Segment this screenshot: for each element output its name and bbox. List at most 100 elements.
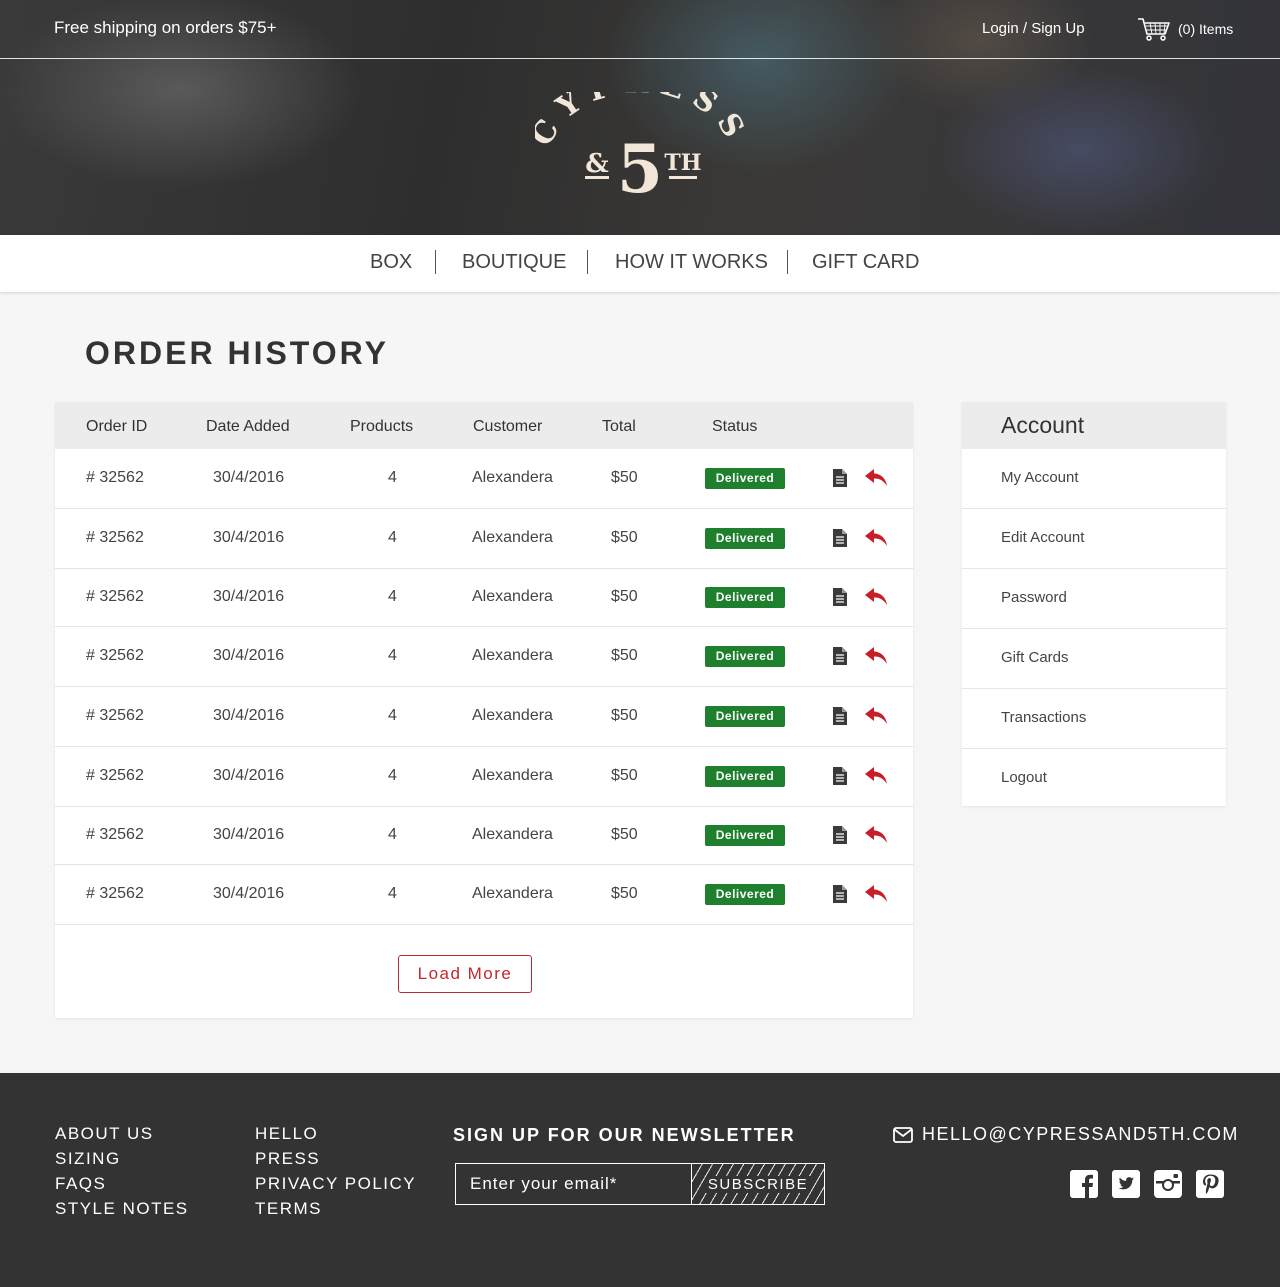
sidebar-item-label: Gift Cards: [1001, 649, 1069, 666]
status-badge: Delivered: [705, 587, 785, 608]
nav-boutique[interactable]: BOUTIQUE: [462, 251, 566, 274]
logo-ampersand: &: [585, 149, 608, 179]
top-bar: Free shipping on orders $75+ Login / Sig…: [0, 0, 1280, 59]
products-cell: 4: [388, 588, 397, 605]
logo-th: TH: [664, 150, 701, 176]
subscribe-button[interactable]: SUBSCRIBE: [691, 1163, 825, 1205]
products-cell: 4: [388, 469, 397, 486]
subscribe-label: SUBSCRIBE: [705, 1175, 811, 1193]
site-footer: ABOUT US SIZING FAQS STYLE NOTES HELLO P…: [0, 1073, 1280, 1287]
products-cell: 4: [388, 647, 397, 664]
products-cell: 4: [388, 826, 397, 843]
total-cell: $50: [611, 588, 638, 605]
order-id-cell: # 32562: [86, 826, 144, 843]
twitter-icon[interactable]: [1112, 1170, 1140, 1198]
reply-icon[interactable]: [864, 468, 888, 488]
footer-link-hello[interactable]: HELLO: [255, 1124, 318, 1144]
total-cell: $50: [611, 707, 638, 724]
sidebar-item-gift-cards[interactable]: Gift Cards: [962, 629, 1226, 689]
footer-link-terms[interactable]: TERMS: [255, 1199, 322, 1219]
account-title: Account: [1001, 412, 1085, 438]
customer-cell: Alexandera: [472, 707, 553, 724]
order-id-cell: # 32562: [86, 529, 144, 546]
reply-icon[interactable]: [864, 706, 888, 726]
reply-icon[interactable]: [864, 884, 888, 904]
nav-box[interactable]: BOX: [370, 251, 412, 274]
nav-gift-card[interactable]: GIFT CARD: [812, 251, 919, 274]
page-title: ORDER HISTORY: [85, 335, 389, 371]
reply-icon[interactable]: [864, 587, 888, 607]
nav-divider: [435, 250, 436, 274]
footer-link-privacy-policy[interactable]: PRIVACY POLICY: [255, 1174, 416, 1194]
contact-email-link[interactable]: HELLO@CYPRESSAND5TH.COM: [922, 1124, 1239, 1145]
load-more-button[interactable]: Load More: [398, 955, 532, 993]
column-header-status: Status: [712, 418, 758, 435]
hero-banner: Free shipping on orders $75+ Login / Sig…: [0, 0, 1280, 235]
document-icon[interactable]: [832, 528, 848, 548]
cart-icon[interactable]: [1137, 16, 1171, 42]
total-cell: $50: [611, 529, 638, 546]
status-badge: Delivered: [705, 706, 785, 727]
column-header-total: Total: [602, 418, 636, 435]
table-row: # 32562 30/4/2016 4 Alexandera $50 Delivered: [55, 627, 913, 687]
account-sidebar: Account My Account Edit Account Password…: [962, 402, 1226, 806]
table-header: Order ID Date Added Products Customer To…: [55, 402, 913, 449]
customer-cell: Alexandera: [472, 469, 553, 486]
order-id-cell: # 32562: [86, 647, 144, 664]
products-cell: 4: [388, 529, 397, 546]
newsletter-email-input[interactable]: [455, 1163, 692, 1205]
customer-cell: Alexandera: [472, 885, 553, 902]
document-icon[interactable]: [832, 468, 848, 488]
sidebar-item-label: Logout: [1001, 769, 1047, 786]
sidebar-item-transactions[interactable]: Transactions: [962, 689, 1226, 749]
document-icon[interactable]: [832, 766, 848, 786]
sidebar-item-my-account[interactable]: My Account: [962, 449, 1226, 509]
table-row: # 32562 30/4/2016 4 Alexandera $50 Delivered: [55, 509, 913, 569]
reply-icon[interactable]: [864, 528, 888, 548]
order-id-cell: # 32562: [86, 707, 144, 724]
footer-link-style-notes[interactable]: STYLE NOTES: [55, 1199, 189, 1219]
footer-link-press[interactable]: PRESS: [255, 1149, 320, 1169]
logo-five: 5: [617, 130, 663, 204]
customer-cell: Alexandera: [472, 588, 553, 605]
sidebar-item-label: Transactions: [1001, 709, 1087, 726]
sidebar-item-label: Edit Account: [1001, 529, 1085, 546]
brand-logo[interactable]: CYPRESS & 5 TH: [535, 92, 745, 204]
customer-cell: Alexandera: [472, 529, 553, 546]
footer-link-about-us[interactable]: ABOUT US: [55, 1124, 154, 1144]
customer-cell: Alexandera: [472, 647, 553, 664]
login-signup-link[interactable]: Login / Sign Up: [982, 20, 1085, 37]
reply-icon[interactable]: [864, 646, 888, 666]
products-cell: 4: [388, 707, 397, 724]
nav-divider: [587, 250, 588, 274]
pinterest-icon[interactable]: [1196, 1170, 1224, 1198]
footer-link-sizing[interactable]: SIZING: [55, 1149, 121, 1169]
table-row: # 32562 30/4/2016 4 Alexandera $50 Delivered: [55, 747, 913, 807]
document-icon[interactable]: [832, 646, 848, 666]
document-icon[interactable]: [832, 825, 848, 845]
reply-icon[interactable]: [864, 766, 888, 786]
date-added-cell: 30/4/2016: [213, 885, 285, 902]
nav-how-it-works[interactable]: HOW IT WORKS: [615, 251, 768, 274]
date-added-cell: 30/4/2016: [213, 767, 285, 784]
total-cell: $50: [611, 647, 638, 664]
order-id-cell: # 32562: [86, 588, 144, 605]
column-header-order-id: Order ID: [86, 418, 148, 435]
sidebar-item-password[interactable]: Password: [962, 569, 1226, 629]
document-icon[interactable]: [832, 587, 848, 607]
reply-icon[interactable]: [864, 825, 888, 845]
facebook-icon[interactable]: [1070, 1170, 1098, 1198]
date-added-cell: 30/4/2016: [213, 469, 285, 486]
cart-count[interactable]: (0) Items: [1178, 21, 1233, 37]
products-cell: 4: [388, 767, 397, 784]
date-added-cell: 30/4/2016: [213, 529, 285, 546]
instagram-icon[interactable]: [1154, 1170, 1182, 1198]
footer-link-faqs[interactable]: FAQS: [55, 1174, 106, 1194]
date-added-cell: 30/4/2016: [213, 826, 285, 843]
newsletter-title: SIGN UP FOR OUR NEWSLETTER: [453, 1125, 796, 1145]
table-row: # 32562 30/4/2016 4 Alexandera $50 Delivered: [55, 807, 913, 865]
sidebar-item-edit-account[interactable]: Edit Account: [962, 509, 1226, 569]
sidebar-item-logout[interactable]: Logout: [962, 749, 1226, 809]
document-icon[interactable]: [832, 884, 848, 904]
document-icon[interactable]: [832, 706, 848, 726]
